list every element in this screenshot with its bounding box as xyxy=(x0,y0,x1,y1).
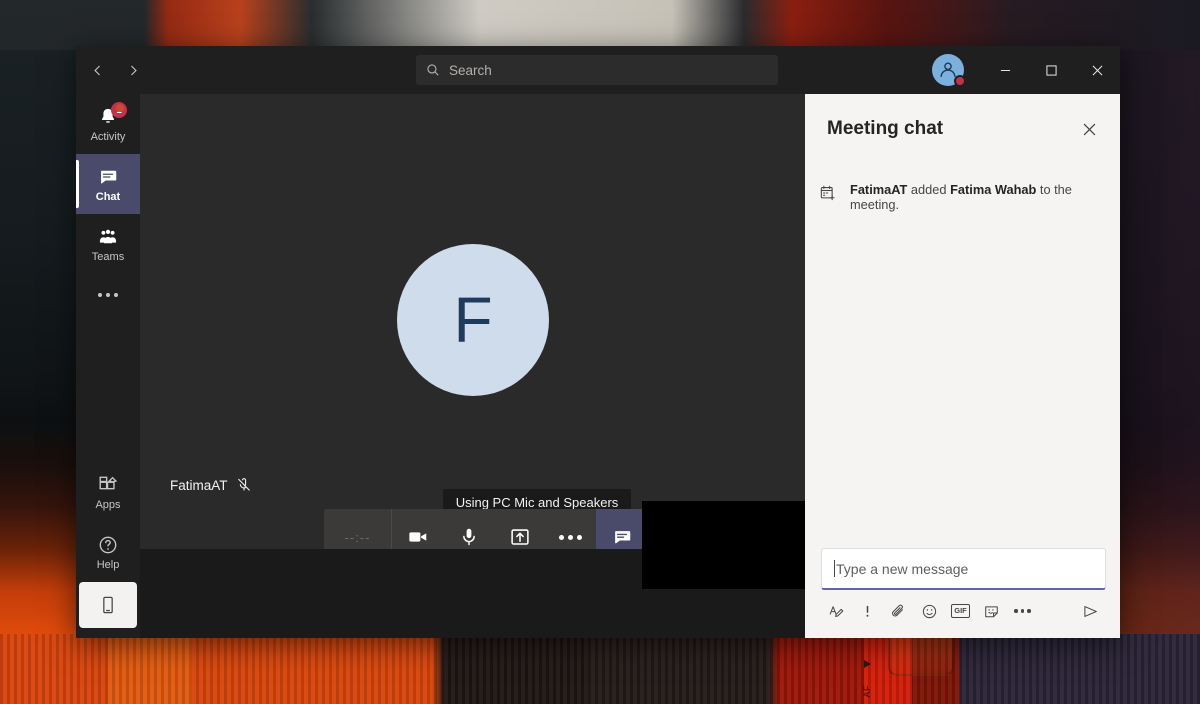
sidebar-item-apps[interactable]: Apps xyxy=(76,462,140,522)
avatar[interactable] xyxy=(932,54,966,87)
close-icon xyxy=(1092,65,1102,75)
giphy-button[interactable]: GIF xyxy=(945,596,976,626)
meeting-stage: F FatimaAT Using PC Mic and Speakers --:… xyxy=(140,94,805,549)
format-text-icon xyxy=(829,605,844,617)
participant-name-text: FatimaAT xyxy=(170,477,228,493)
ellipsis-icon xyxy=(559,534,582,540)
participant-name-label: FatimaAT xyxy=(170,477,252,493)
emoji-icon xyxy=(922,604,937,618)
navigation-arrows xyxy=(82,55,148,85)
ellipsis-icon xyxy=(98,293,118,297)
message-input-placeholder: Type a new message xyxy=(836,560,969,577)
video-icon xyxy=(408,532,426,542)
sidebar-item-teams[interactable]: Teams xyxy=(76,214,140,274)
help-icon xyxy=(96,533,120,557)
mic-muted-icon xyxy=(237,478,250,491)
minimize-icon xyxy=(1000,69,1010,71)
message-input[interactable]: Type a new message xyxy=(821,548,1106,590)
sidebar-item-chat[interactable]: Chat xyxy=(76,154,140,214)
message-actor: FatimaAT xyxy=(850,182,908,197)
calendar-add-icon xyxy=(819,184,837,202)
search-placeholder: Search xyxy=(449,62,492,78)
apps-icon xyxy=(96,473,120,497)
meeting-chat-panel: Meeting chat FatimaAT added Fatima Wahab… xyxy=(805,94,1120,638)
app-rail: 1 Activity Chat Teams xyxy=(76,94,140,638)
text-caret xyxy=(834,560,835,577)
sidebar-more-button[interactable] xyxy=(76,104,140,316)
wallpaper-triangle-marker xyxy=(864,660,871,668)
close-chat-panel-button[interactable] xyxy=(1074,114,1104,144)
system-message-text: FatimaAT added Fatima Wahab to the meeti… xyxy=(850,182,1102,212)
sidebar-item-label-teams: Teams xyxy=(91,250,125,263)
search-input[interactable]: Search xyxy=(416,55,778,85)
sidebar-item-activity[interactable]: 1 Activity xyxy=(76,94,140,154)
exclamation-icon xyxy=(866,605,869,617)
format-text-button[interactable] xyxy=(821,596,852,626)
participant-initial: F xyxy=(453,284,493,356)
close-button[interactable] xyxy=(1074,46,1120,94)
maximize-button[interactable] xyxy=(1028,46,1074,94)
wallpaper-top-band xyxy=(0,0,1200,50)
toggle-conversation-button[interactable] xyxy=(596,509,647,549)
sticker-button[interactable] xyxy=(976,596,1007,626)
chat-bubble-icon xyxy=(614,531,630,544)
maximize-icon xyxy=(1045,64,1057,76)
wallpaper-af-label: AF xyxy=(862,685,872,698)
sidebar-item-label-help: Help xyxy=(96,558,120,571)
share-icon xyxy=(510,529,529,545)
paperclip-icon xyxy=(892,604,903,616)
sidebar-item-help[interactable]: Help xyxy=(76,522,140,582)
toggle-camera-button[interactable] xyxy=(392,509,443,549)
message-verb: added xyxy=(907,182,951,197)
page-title: Meeting chat xyxy=(827,118,944,139)
wallpaper-bottom-band: AF xyxy=(0,630,1200,704)
back-button[interactable] xyxy=(82,55,112,85)
more-actions-button[interactable] xyxy=(545,509,596,549)
ellipsis-icon xyxy=(1014,609,1031,613)
sidebar-item-label-chat: Chat xyxy=(95,190,121,203)
mic-icon xyxy=(462,528,475,546)
teams-window: Search Activity Chat Teams Apps Help F F… xyxy=(76,46,1120,638)
download-mobile-app-button[interactable] xyxy=(79,582,137,628)
attach-file-button[interactable] xyxy=(883,596,914,626)
compose-toolbar: GIF xyxy=(821,590,1106,628)
gif-icon: GIF xyxy=(950,604,971,618)
share-content-button[interactable] xyxy=(494,509,545,549)
sidebar-item-label-activity: Activity xyxy=(90,130,126,143)
list-item: FatimaAT added Fatima Wahab to the meeti… xyxy=(819,182,1102,212)
presence-status-badge xyxy=(954,75,966,87)
compose-area: Type a new message GIF xyxy=(805,548,1120,638)
more-notification-dot xyxy=(116,104,124,112)
chat-panel-header: Meeting chat xyxy=(805,94,1120,164)
chevron-right-icon xyxy=(130,65,137,75)
title-bar: Search xyxy=(76,46,1120,94)
mobile-phone-icon xyxy=(103,596,113,614)
sticker-icon xyxy=(985,605,998,617)
close-icon xyxy=(1083,123,1095,135)
chevron-left-icon xyxy=(93,65,100,75)
minimize-button[interactable] xyxy=(982,46,1028,94)
toggle-mic-button[interactable] xyxy=(443,509,494,549)
call-timer: --:-- xyxy=(324,509,392,549)
search-icon xyxy=(427,64,439,76)
emoji-button[interactable] xyxy=(914,596,945,626)
chat-icon xyxy=(96,165,120,189)
send-button[interactable] xyxy=(1075,596,1106,626)
sidebar-item-label-apps: Apps xyxy=(95,498,121,511)
stage-black-region xyxy=(642,501,818,589)
title-bar-right xyxy=(932,46,1120,94)
compose-more-options-button[interactable] xyxy=(1007,596,1038,626)
teams-icon xyxy=(96,225,120,249)
forward-button[interactable] xyxy=(118,55,148,85)
send-icon xyxy=(1084,605,1097,617)
message-target: Fatima Wahab xyxy=(950,182,1037,197)
participant-avatar: F xyxy=(397,244,549,396)
set-delivery-options-button[interactable] xyxy=(852,596,883,626)
chat-message-list: FatimaAT added Fatima Wahab to the meeti… xyxy=(805,164,1120,548)
